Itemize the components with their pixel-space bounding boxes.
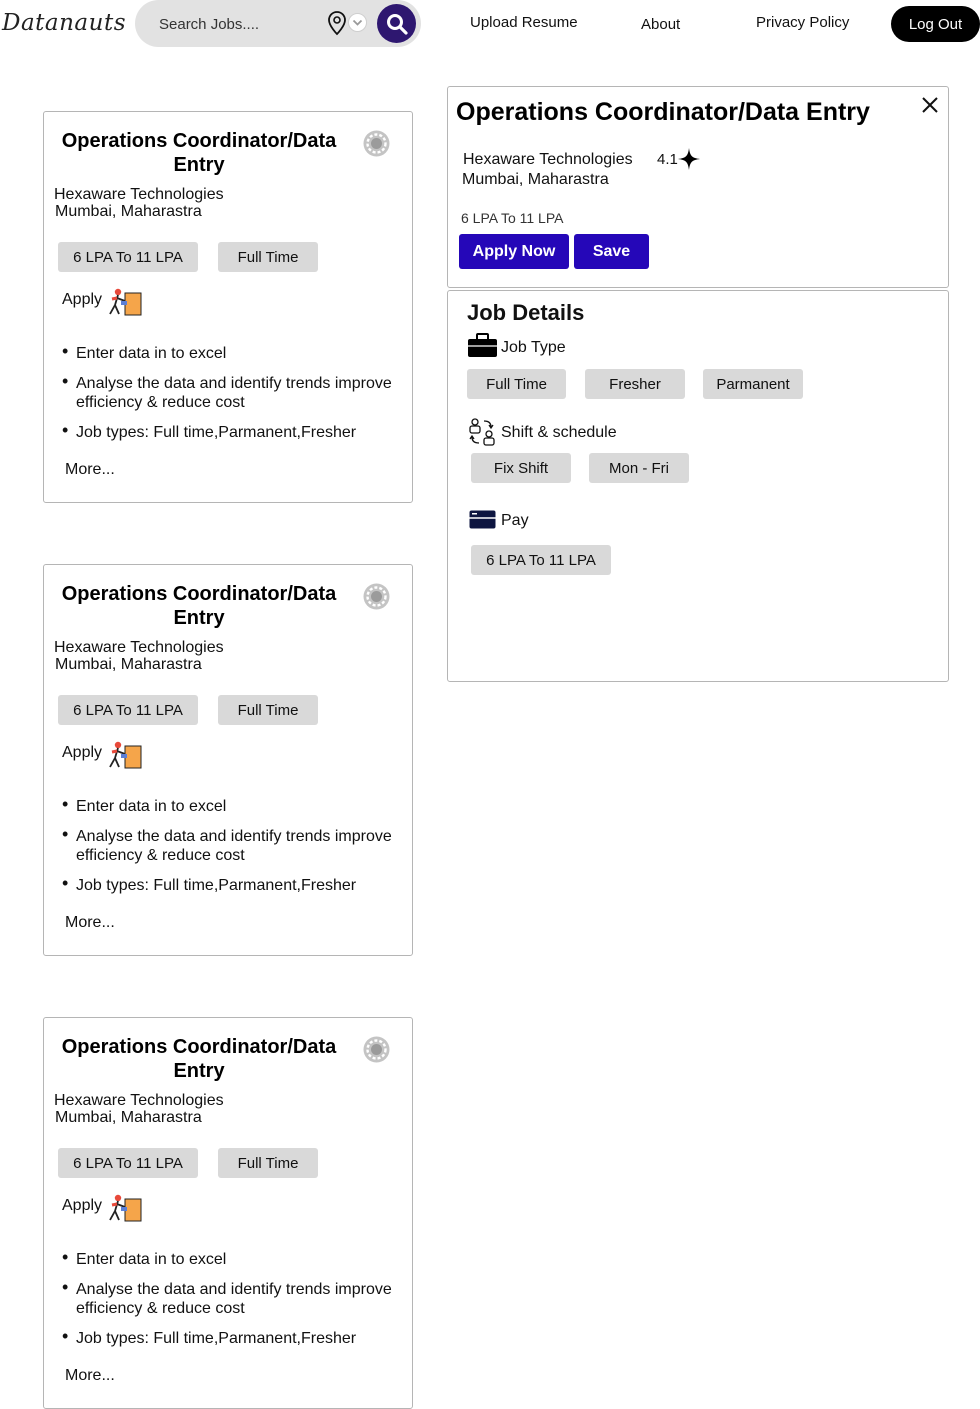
job-detail-header: Operations Coordinator/Data Entry Hexawa…	[447, 86, 949, 288]
list-item: Analyse the data and identify trends imp…	[62, 825, 402, 865]
nav-upload-resume[interactable]: Upload Resume	[470, 14, 578, 31]
company-name: Hexaware Technologies	[54, 639, 224, 656]
detail-location: Mumbai, Maharastra	[462, 171, 609, 188]
apply-person-icon[interactable]	[103, 740, 145, 772]
location-pin-icon[interactable]	[326, 10, 348, 36]
job-card[interactable]: Operations Coordinator/Data Entry Hexawa…	[43, 564, 413, 956]
job-details-heading: Job Details	[467, 300, 585, 325]
job-title: Operations Coordinator/Data Entry	[61, 1036, 337, 1082]
list-item: Job types: Full time,Parmanent,Fresher	[62, 1327, 402, 1348]
job-type-label: Job Type	[501, 339, 566, 356]
salary-chip: 6 LPA To 11 LPA	[58, 1148, 198, 1178]
apply-person-icon[interactable]	[103, 287, 145, 319]
apply-link[interactable]: Apply	[62, 1197, 102, 1215]
list-item: Job types: Full time,Parmanent,Fresher	[62, 874, 402, 895]
list-item: Analyse the data and identify trends imp…	[62, 1278, 402, 1318]
gear-icon[interactable]	[362, 582, 391, 611]
gear-icon[interactable]	[362, 129, 391, 158]
apply-link[interactable]: Apply	[62, 744, 102, 762]
job-location: Mumbai, Maharastra	[55, 656, 202, 673]
list-item: Job types: Full time,Parmanent,Fresher	[62, 421, 402, 442]
job-type-chip: Full Time	[467, 369, 566, 399]
job-type-chip: Fresher	[585, 369, 685, 399]
job-title: Operations Coordinator/Data Entry	[61, 583, 337, 629]
star-icon	[678, 148, 700, 170]
list-item: Enter data in to excel	[62, 1248, 402, 1269]
search-input[interactable]	[159, 14, 324, 34]
schedule-people-icon	[467, 417, 497, 452]
job-type-chip: Full Time	[218, 242, 318, 272]
job-card[interactable]: Operations Coordinator/Data Entry Hexawa…	[43, 1017, 413, 1409]
schedule-label: Shift & schedule	[501, 424, 617, 441]
nav-privacy-policy[interactable]: Privacy Policy	[756, 14, 849, 31]
logout-button[interactable]: Log Out	[891, 6, 980, 42]
close-icon[interactable]	[920, 95, 940, 115]
schedule-chip: Fix Shift	[471, 453, 571, 483]
search-button[interactable]	[377, 4, 416, 43]
job-card[interactable]: Operations Coordinator/Data Entry Hexawa…	[43, 111, 413, 503]
search-icon	[386, 13, 408, 35]
company-name: Hexaware Technologies	[54, 1092, 224, 1109]
more-link[interactable]: More...	[65, 461, 115, 479]
job-title: Operations Coordinator/Data Entry	[61, 130, 337, 176]
job-details-panel: Job Details Job Type Full Time Fresher P…	[447, 290, 949, 682]
company-rating: 4.1	[657, 151, 678, 168]
save-button[interactable]: Save	[574, 234, 649, 269]
detail-company: Hexaware Technologies	[463, 151, 633, 168]
briefcase-icon	[467, 333, 498, 363]
card-icon	[469, 510, 496, 534]
search-bar	[135, 0, 421, 47]
pay-label: Pay	[501, 512, 529, 529]
job-highlights: Enter data in to excel Analyse the data …	[62, 1248, 402, 1359]
job-location: Mumbai, Maharastra	[55, 203, 202, 220]
detail-salary: 6 LPA To 11 LPA	[461, 210, 564, 226]
list-item: Enter data in to excel	[62, 795, 402, 816]
job-highlights: Enter data in to excel Analyse the data …	[62, 795, 402, 906]
job-location: Mumbai, Maharastra	[55, 1109, 202, 1126]
job-type-chip: Parmanent	[703, 369, 803, 399]
company-name: Hexaware Technologies	[54, 186, 224, 203]
apply-link[interactable]: Apply	[62, 291, 102, 309]
gear-icon[interactable]	[362, 1035, 391, 1064]
list-item: Enter data in to excel	[62, 342, 402, 363]
schedule-chip: Mon - Fri	[589, 453, 689, 483]
salary-chip: 6 LPA To 11 LPA	[58, 242, 198, 272]
nav-about[interactable]: About	[641, 16, 680, 33]
chevron-down-icon[interactable]	[348, 13, 367, 32]
job-type-chip: Full Time	[218, 695, 318, 725]
list-item: Analyse the data and identify trends imp…	[62, 372, 402, 412]
job-highlights: Enter data in to excel Analyse the data …	[62, 342, 402, 453]
apply-now-button[interactable]: Apply Now	[459, 234, 569, 269]
more-link[interactable]: More...	[65, 1367, 115, 1385]
pay-chip: 6 LPA To 11 LPA	[471, 545, 611, 575]
salary-chip: 6 LPA To 11 LPA	[58, 695, 198, 725]
detail-title: Operations Coordinator/Data Entry	[456, 98, 870, 126]
job-type-chip: Full Time	[218, 1148, 318, 1178]
apply-person-icon[interactable]	[103, 1193, 145, 1225]
logo[interactable]: Datanauts	[2, 10, 126, 36]
more-link[interactable]: More...	[65, 914, 115, 932]
